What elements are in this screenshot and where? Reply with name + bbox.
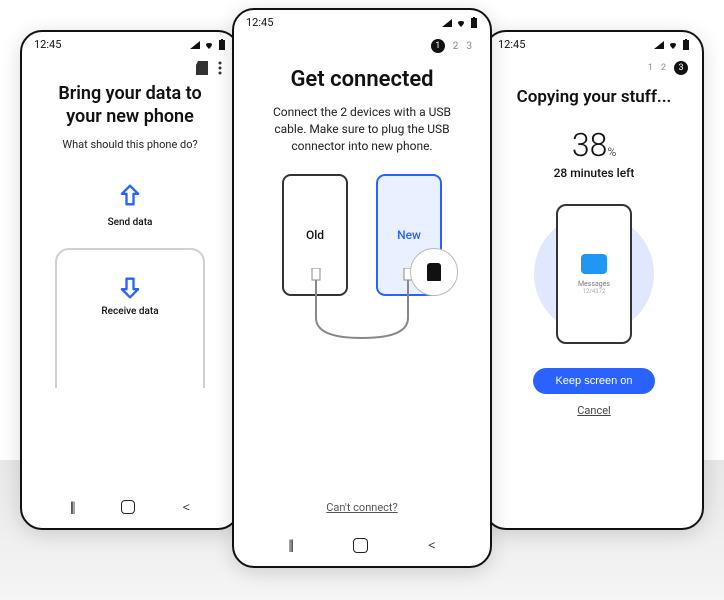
page-title: Bring your data to your new phone (58, 83, 201, 128)
messages-icon (581, 254, 607, 274)
wifi-icon (455, 18, 467, 27)
page-title: Copying your stuff... (517, 87, 672, 108)
status-icons (654, 39, 690, 50)
status-icons (442, 17, 478, 28)
send-data-label: Send data (108, 217, 153, 228)
status-time: 12:45 (34, 38, 61, 51)
nav-home[interactable] (353, 538, 368, 553)
status-icons (190, 39, 226, 50)
phone-screen-center: 12:45 1 2 3 Get connected Connect the 2 … (232, 8, 492, 568)
copy-progress-graphic: Messages 12/4372 (529, 194, 659, 354)
copy-item-count: 12/4372 (583, 288, 606, 295)
status-time: 12:45 (498, 38, 525, 51)
wifi-icon (203, 40, 215, 49)
step-3: 3 (466, 41, 472, 52)
step-indicator: 1 2 3 (234, 35, 490, 53)
arrow-up-icon (116, 181, 144, 209)
step-2: 2 (661, 63, 666, 73)
step-1: 1 (648, 63, 653, 73)
battery-icon (470, 17, 478, 28)
signal-icon (654, 41, 664, 49)
status-bar: 12:45 (22, 32, 238, 57)
cant-connect-link[interactable]: Can't connect? (326, 501, 397, 514)
progress-percent: 38% (572, 126, 616, 164)
step-3-active: 3 (674, 61, 688, 75)
old-phone-label: Old (306, 228, 324, 242)
cancel-link[interactable]: Cancel (577, 404, 610, 417)
status-bar: 12:45 (234, 10, 490, 35)
step-2: 2 (453, 41, 459, 52)
nav-recent[interactable]: ||| (288, 536, 292, 554)
instructions: Connect the 2 devices with a USB cable. … (250, 104, 474, 154)
page-title: Get connected (290, 67, 433, 92)
nav-bar: ||| < (234, 526, 490, 566)
battery-icon (682, 39, 690, 50)
new-phone-label: New (397, 228, 421, 242)
keep-screen-on-button[interactable]: Keep screen on (533, 368, 654, 394)
step-1-active: 1 (431, 39, 445, 53)
signal-icon (190, 41, 200, 49)
status-bar: 12:45 (486, 32, 702, 57)
more-icon[interactable] (218, 61, 222, 75)
nav-home[interactable] (121, 500, 135, 514)
step-indicator: 1 2 3 (486, 57, 702, 75)
status-time: 12:45 (246, 16, 273, 29)
nav-recent[interactable]: ||| (70, 498, 74, 516)
wifi-icon (667, 40, 679, 49)
time-remaining: 28 minutes left (554, 166, 635, 180)
phone-screen-left: 12:45 Bring your data to your new phone … (20, 30, 240, 530)
send-data-button[interactable]: Send data (108, 181, 153, 228)
phone-screen-right: 12:45 1 2 3 Copying your stuff... 38% 28… (484, 30, 704, 530)
receive-data-label: Receive data (101, 306, 158, 317)
page-subtitle: What should this phone do? (62, 138, 197, 151)
nav-back[interactable]: < (183, 498, 191, 516)
arrow-down-icon (116, 274, 144, 302)
signal-icon (442, 19, 452, 27)
receive-data-button[interactable]: Receive data (55, 248, 205, 388)
sd-card-icon[interactable] (196, 61, 208, 75)
copy-item-label: Messages (578, 280, 610, 288)
nav-bar: ||| < (22, 488, 238, 528)
nav-back[interactable]: < (428, 536, 436, 554)
battery-icon (218, 39, 226, 50)
